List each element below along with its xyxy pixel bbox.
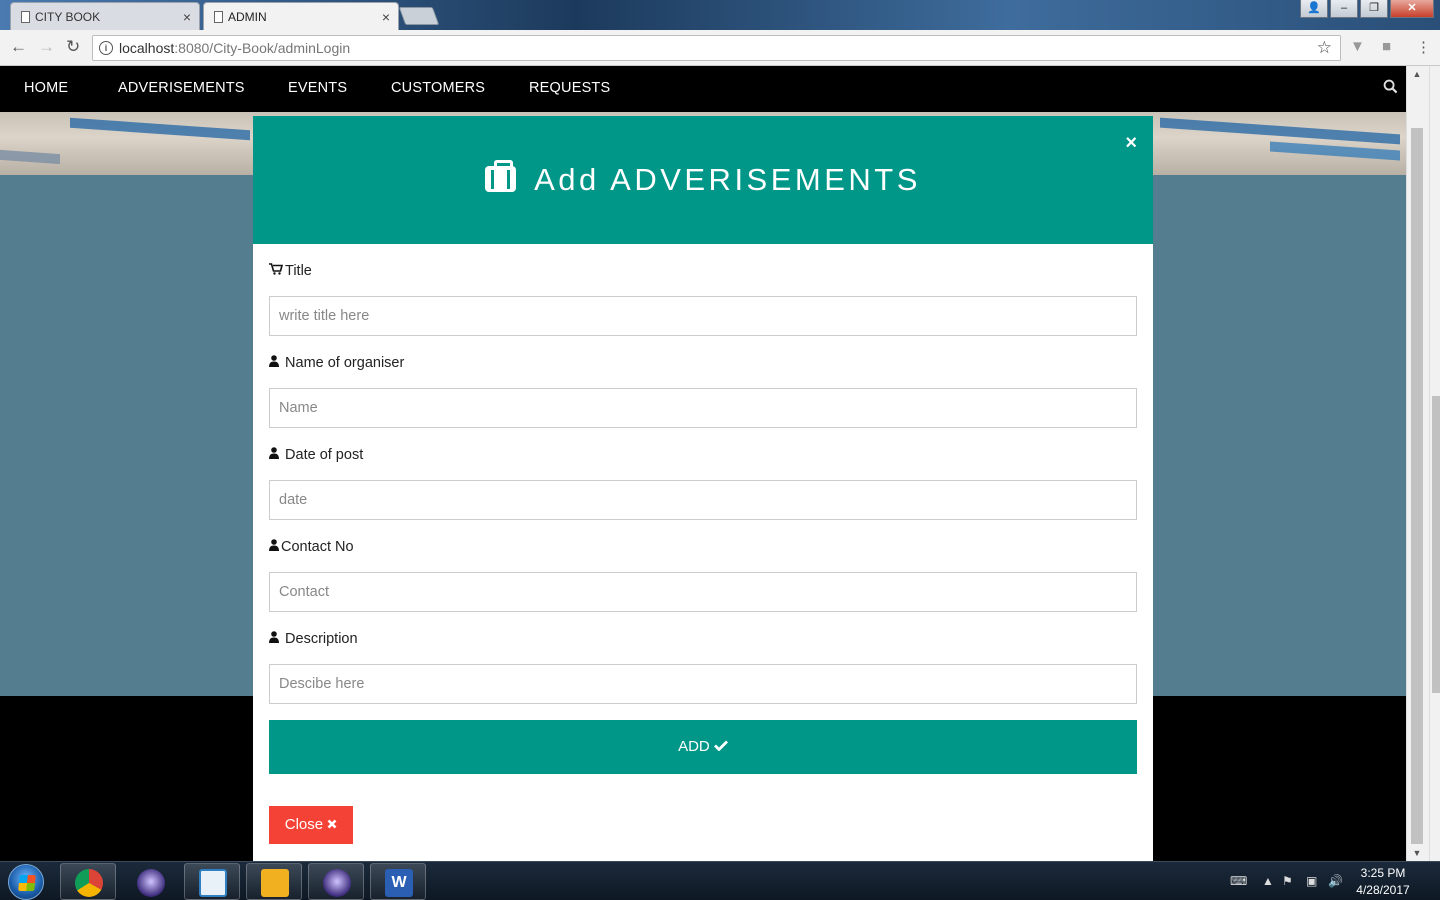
chrome-icon [75,869,103,897]
modal-title-text: Add ADVERISEMENTS [534,162,921,197]
nav-requests[interactable]: REQUESTS [529,80,610,96]
organiser-label-text: Name of organiser [285,355,405,371]
extension-filter-icon[interactable]: ▼ [1350,38,1365,55]
close-tab-icon[interactable]: × [382,9,390,25]
briefcase-icon [485,160,517,192]
page-icon [214,11,223,23]
browser-tab-strip: CITY BOOK × ADMIN × 👤 – ❐ ✕ [0,0,1440,30]
url-host: localhost [119,40,175,56]
forward-arrow-icon[interactable]: → [38,37,55,57]
date-input[interactable] [269,480,1137,520]
check-icon [713,738,728,755]
modal-title: Add ADVERISEMENTS [253,160,1153,198]
close-window-button[interactable]: ✕ [1390,0,1434,18]
scroll-thumb[interactable] [1432,396,1440,693]
bookmark-star-icon[interactable]: ☆ [1317,36,1332,60]
system-tray: ⌨ ▲ ⚑ ▣ 🔊 3:25 PM 4/28/2017 [1220,862,1440,900]
taskbar-word[interactable]: W [370,863,426,900]
user-icon [269,355,279,370]
description-label: Description [269,631,358,647]
add-advertisement-modal: Add ADVERISEMENTS × Title Name of organi… [253,116,1153,861]
clock-date[interactable]: 4/28/2017 [1348,883,1418,897]
start-button[interactable] [8,864,44,900]
date-label-text: Date of post [285,447,364,463]
word-icon: W [385,869,413,897]
close-button[interactable]: Close [269,806,353,844]
organiser-label: Name of organiser [269,355,404,371]
back-arrow-icon[interactable]: ← [10,37,27,57]
tab-admin[interactable]: ADMIN × [203,2,399,30]
restore-button[interactable]: ❐ [1360,0,1388,18]
add-button-label: ADD [678,738,710,755]
menu-dots-icon[interactable]: ⋮ [1416,38,1431,56]
close-button-label: Close [284,816,324,833]
os-taskbar: W ⌨ ▲ ⚑ ▣ 🔊 3:25 PM 4/28/2017 [0,861,1440,900]
eclipse-icon [323,869,351,897]
user-icon [269,447,279,462]
nav-home[interactable]: HOME [24,80,68,96]
network-icon[interactable]: ▣ [1306,874,1317,888]
description-label-text: Description [285,631,358,647]
scroll-down-arrow-icon[interactable]: ▼ [1407,845,1427,861]
taskbar-chrome[interactable] [60,863,116,900]
user-icon [269,631,279,646]
user-profile-icon[interactable]: 👤 [1300,0,1328,18]
url-input[interactable]: i localhost:8080/City-Book/adminLogin ☆ [92,35,1341,61]
new-tab-button[interactable] [398,7,440,25]
taskbar-lync[interactable] [184,863,240,900]
description-input[interactable] [269,664,1137,704]
main-navbar: HOME ADVERISEMENTS EVENTS CUSTOMERS REQU… [0,66,1406,112]
action-center-flag-icon[interactable]: ⚑ [1282,874,1293,888]
inner-scroll-thumb[interactable] [1411,128,1423,844]
date-label: Date of post [269,447,363,463]
keyboard-icon[interactable]: ⌨ [1230,874,1247,888]
scroll-up-arrow-icon[interactable]: ▲ [1407,66,1427,82]
contact-label: Contact No [269,539,354,555]
close-tab-icon[interactable]: × [183,9,191,25]
tab-city-book[interactable]: CITY BOOK × [10,2,200,30]
outlook-icon [261,869,289,897]
taskbar-eclipse[interactable] [122,863,178,900]
eclipse-icon [137,869,165,897]
taskbar-eclipse-2[interactable] [308,863,364,900]
times-icon [327,816,337,833]
nav-events[interactable]: EVENTS [288,80,347,96]
clock-time[interactable]: 3:25 PM [1348,866,1418,880]
organiser-name-input[interactable] [269,388,1137,428]
tab-label: ADMIN [228,9,267,24]
modal-header: Add ADVERISEMENTS × [253,116,1153,244]
scroll-rail[interactable] [1429,66,1440,861]
search-icon[interactable] [1383,79,1398,99]
volume-icon[interactable]: 🔊 [1328,874,1343,888]
address-toolbar: ← → ↻ i localhost:8080/City-Book/adminLo… [0,30,1440,66]
page-scrollbar[interactable]: ▲ ▼ [1406,66,1440,861]
user-icon [269,539,279,554]
lync-icon [199,869,227,897]
reload-icon[interactable]: ↻ [66,37,80,57]
windows-logo-icon [18,875,36,891]
nav-customers[interactable]: CUSTOMERS [391,80,485,96]
page-icon [21,11,30,23]
title-input[interactable] [269,296,1137,336]
extension-icon[interactable]: ■ [1382,38,1391,55]
info-icon[interactable]: i [99,41,113,55]
close-icon[interactable]: × [1125,132,1137,155]
url-path: :8080/City-Book/adminLogin [174,40,351,56]
show-hidden-icons-icon[interactable]: ▲ [1262,874,1274,888]
title-label: Title [269,263,312,279]
nav-advertisements[interactable]: ADVERISEMENTS [118,80,245,96]
contact-input[interactable] [269,572,1137,612]
window-controls: 👤 – ❐ ✕ [1300,0,1434,18]
shopping-cart-icon [269,263,284,278]
title-label-text: Title [285,263,312,279]
taskbar-outlook[interactable] [246,863,302,900]
tab-label: CITY BOOK [35,9,101,24]
page-viewport: HOME ADVERISEMENTS EVENTS CUSTOMERS REQU… [0,66,1406,861]
add-button[interactable]: ADD [269,720,1137,774]
minimize-button[interactable]: – [1330,0,1358,18]
contact-label-text: Contact No [281,539,354,555]
